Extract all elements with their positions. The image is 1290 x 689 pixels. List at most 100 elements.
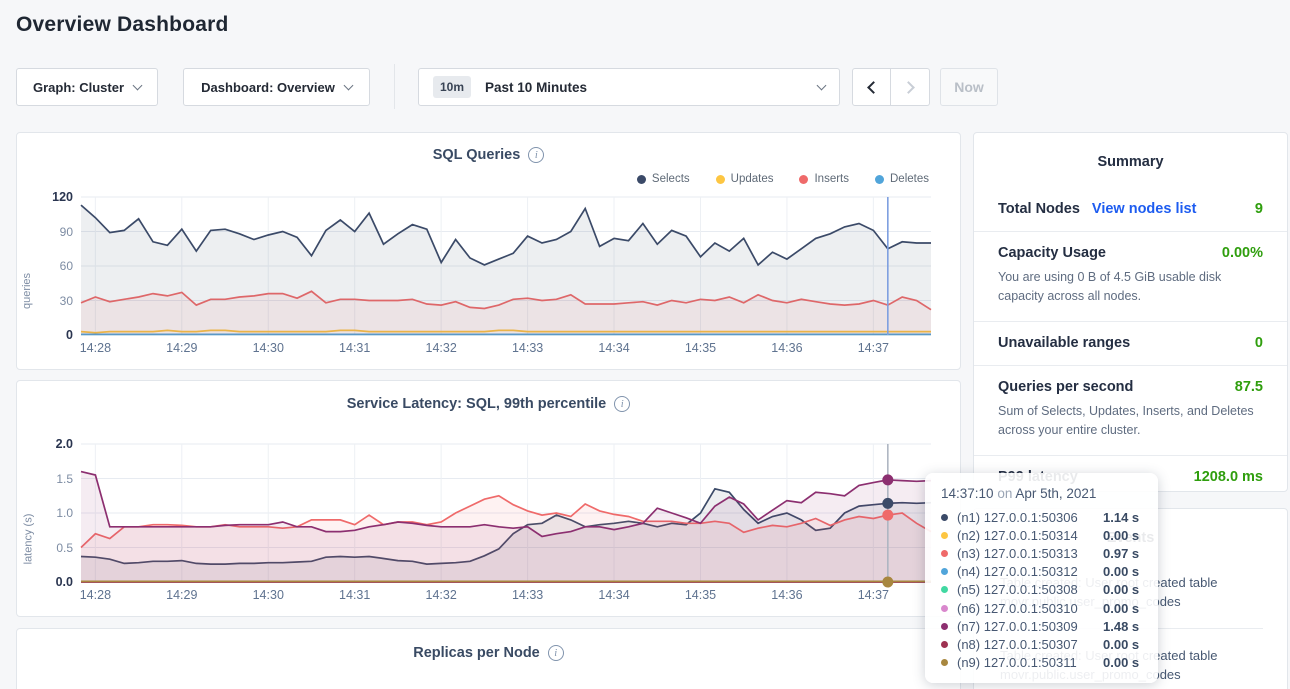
node-color-dot-icon bbox=[941, 514, 948, 521]
summary-row-value: 0 bbox=[1255, 335, 1263, 351]
graph-selector-dropdown[interactable]: Graph: Cluster bbox=[16, 68, 158, 106]
x-axis-tick: 14:31 bbox=[323, 588, 387, 602]
service-latency-ylabel: latency (s) bbox=[22, 514, 34, 565]
legend-item-selects[interactable]: Selects bbox=[637, 173, 690, 185]
hover-marker-n7 bbox=[882, 474, 893, 485]
x-axis-tick: 14:36 bbox=[755, 341, 819, 355]
time-range-badge: 10m bbox=[433, 76, 471, 98]
tooltip-node-label: (n8) 127.0.0.1:50307 bbox=[957, 637, 1103, 652]
x-axis-tick: 14:29 bbox=[150, 588, 214, 602]
y-axis-tick: 2.0 bbox=[17, 437, 73, 451]
x-axis-tick: 14:29 bbox=[150, 341, 214, 355]
x-axis-tick: 14:28 bbox=[63, 588, 127, 602]
node-color-dot-icon bbox=[941, 605, 948, 612]
summary-row-label: Unavailable ranges bbox=[998, 335, 1130, 351]
node-color-dot-icon bbox=[941, 532, 948, 539]
legend-dot-icon bbox=[716, 175, 725, 184]
legend-label: Inserts bbox=[814, 173, 849, 185]
x-axis-tick: 14:35 bbox=[668, 341, 732, 355]
tooltip-node-row: (n3) 127.0.0.1:503130.97 s bbox=[941, 544, 1144, 562]
x-axis-tick: 14:31 bbox=[323, 341, 387, 355]
page-title: Overview Dashboard bbox=[16, 13, 229, 37]
x-axis-tick: 14:33 bbox=[496, 341, 560, 355]
time-step-back-button[interactable] bbox=[852, 68, 891, 106]
summary-row: Capacity Usage0.00%You are using 0 B of … bbox=[974, 232, 1287, 322]
x-axis-tick: 14:32 bbox=[409, 341, 473, 355]
replicas-per-node-title: Replicas per Node bbox=[413, 645, 540, 661]
tooltip-node-label: (n1) 127.0.0.1:50306 bbox=[957, 510, 1103, 525]
service-latency-title: Service Latency: SQL, 99th percentile bbox=[347, 396, 607, 412]
tooltip-node-row: (n8) 127.0.0.1:503070.00 s bbox=[941, 635, 1144, 653]
x-axis-tick: 14:36 bbox=[755, 588, 819, 602]
summary-row-value: 87.5 bbox=[1235, 379, 1263, 395]
sql-queries-chart[interactable]: 030609012014:2814:2914:3014:3114:3214:33… bbox=[81, 197, 931, 335]
info-icon[interactable]: i bbox=[614, 396, 630, 412]
tooltip-node-value: 0.00 s bbox=[1103, 582, 1139, 597]
chevron-left-icon bbox=[867, 81, 880, 94]
tooltip-node-label: (n5) 127.0.0.1:50308 bbox=[957, 582, 1103, 597]
y-axis-tick: 0 bbox=[17, 328, 73, 342]
tooltip-node-value: 0.00 s bbox=[1103, 655, 1139, 670]
chart-hover-tooltip: 14:37:10 on Apr 5th, 2021 (n1) 127.0.0.1… bbox=[925, 473, 1158, 683]
node-color-dot-icon bbox=[941, 659, 948, 666]
x-axis-tick: 14:34 bbox=[582, 341, 646, 355]
x-axis-tick: 14:35 bbox=[668, 588, 732, 602]
sql-queries-card: SQL Queries i SelectsUpdatesInsertsDelet… bbox=[16, 132, 961, 370]
sql-queries-legend: Selects Updates Inserts Deletes bbox=[637, 173, 929, 185]
time-range-dropdown[interactable]: 10m Past 10 Minutes bbox=[418, 68, 840, 106]
service-latency-chart[interactable]: 0.00.51.01.52.014:2814:2914:3014:3114:32… bbox=[81, 444, 931, 582]
time-range-label: Past 10 Minutes bbox=[485, 80, 808, 95]
tooltip-node-label: (n4) 127.0.0.1:50312 bbox=[957, 564, 1103, 579]
legend-item-inserts[interactable]: Inserts bbox=[799, 173, 849, 185]
tooltip-node-label: (n2) 127.0.0.1:50314 bbox=[957, 528, 1103, 543]
now-button[interactable]: Now bbox=[940, 68, 998, 106]
chevron-down-icon bbox=[817, 80, 827, 90]
x-axis-tick: 14:37 bbox=[841, 341, 905, 355]
tooltip-node-row: (n7) 127.0.0.1:503091.48 s bbox=[941, 617, 1144, 635]
x-axis-tick: 14:33 bbox=[496, 588, 560, 602]
dashboard-selector-label: Dashboard: Overview bbox=[201, 80, 335, 95]
view-nodes-list-link[interactable]: View nodes list bbox=[1092, 201, 1197, 217]
legend-item-updates[interactable]: Updates bbox=[716, 173, 774, 185]
tooltip-node-value: 0.00 s bbox=[1103, 637, 1139, 652]
summary-row-value: 9 bbox=[1255, 201, 1263, 217]
time-step-buttons bbox=[852, 68, 930, 106]
legend-dot-icon bbox=[799, 175, 808, 184]
tooltip-node-value: 0.00 s bbox=[1103, 528, 1139, 543]
tooltip-timestamp: 14:37:10 on Apr 5th, 2021 bbox=[941, 486, 1144, 501]
x-axis-tick: 14:37 bbox=[841, 588, 905, 602]
x-axis-tick: 14:30 bbox=[236, 588, 300, 602]
sql-queries-plot[interactable] bbox=[81, 197, 931, 335]
time-step-forward-button[interactable] bbox=[891, 68, 930, 106]
tooltip-node-label: (n3) 127.0.0.1:50313 bbox=[957, 546, 1103, 561]
tooltip-node-label: (n9) 127.0.0.1:50311 bbox=[957, 655, 1103, 670]
tooltip-node-row: (n2) 127.0.0.1:503140.00 s bbox=[941, 526, 1144, 544]
dashboard-selector-dropdown[interactable]: Dashboard: Overview bbox=[183, 68, 370, 106]
tooltip-node-row: (n4) 127.0.0.1:503120.00 s bbox=[941, 563, 1144, 581]
tooltip-node-value: 1.14 s bbox=[1103, 510, 1139, 525]
sql-queries-ylabel: queries bbox=[21, 273, 33, 309]
y-axis-tick: 120 bbox=[17, 190, 73, 204]
tooltip-node-label: (n7) 127.0.0.1:50309 bbox=[957, 619, 1103, 634]
y-axis-tick: 0.0 bbox=[17, 575, 73, 589]
controls-divider bbox=[394, 64, 395, 109]
summary-row-label: Capacity Usage bbox=[998, 245, 1106, 261]
hover-marker-n3 bbox=[882, 510, 893, 521]
info-icon[interactable]: i bbox=[528, 147, 544, 163]
tooltip-node-row: (n5) 127.0.0.1:503080.00 s bbox=[941, 581, 1144, 599]
node-color-dot-icon bbox=[941, 568, 948, 575]
service-latency-plot[interactable] bbox=[81, 444, 931, 582]
tooltip-node-value: 0.00 s bbox=[1103, 564, 1139, 579]
graph-selector-label: Graph: Cluster bbox=[33, 80, 124, 95]
y-axis-tick: 90 bbox=[17, 225, 73, 239]
legend-item-deletes[interactable]: Deletes bbox=[875, 173, 929, 185]
tooltip-node-row: (n1) 127.0.0.1:503061.14 s bbox=[941, 508, 1144, 526]
tooltip-node-value: 1.48 s bbox=[1103, 619, 1139, 634]
summary-row-value: 1208.0 ms bbox=[1194, 469, 1263, 485]
summary-title: Summary bbox=[974, 133, 1287, 170]
x-axis-tick: 14:28 bbox=[63, 341, 127, 355]
summary-card: Summary Total NodesView nodes list9Capac… bbox=[973, 132, 1288, 492]
info-icon[interactable]: i bbox=[548, 645, 564, 661]
summary-row-description: Sum of Selects, Updates, Inserts, and De… bbox=[998, 402, 1263, 441]
tooltip-node-label: (n6) 127.0.0.1:50310 bbox=[957, 601, 1103, 616]
